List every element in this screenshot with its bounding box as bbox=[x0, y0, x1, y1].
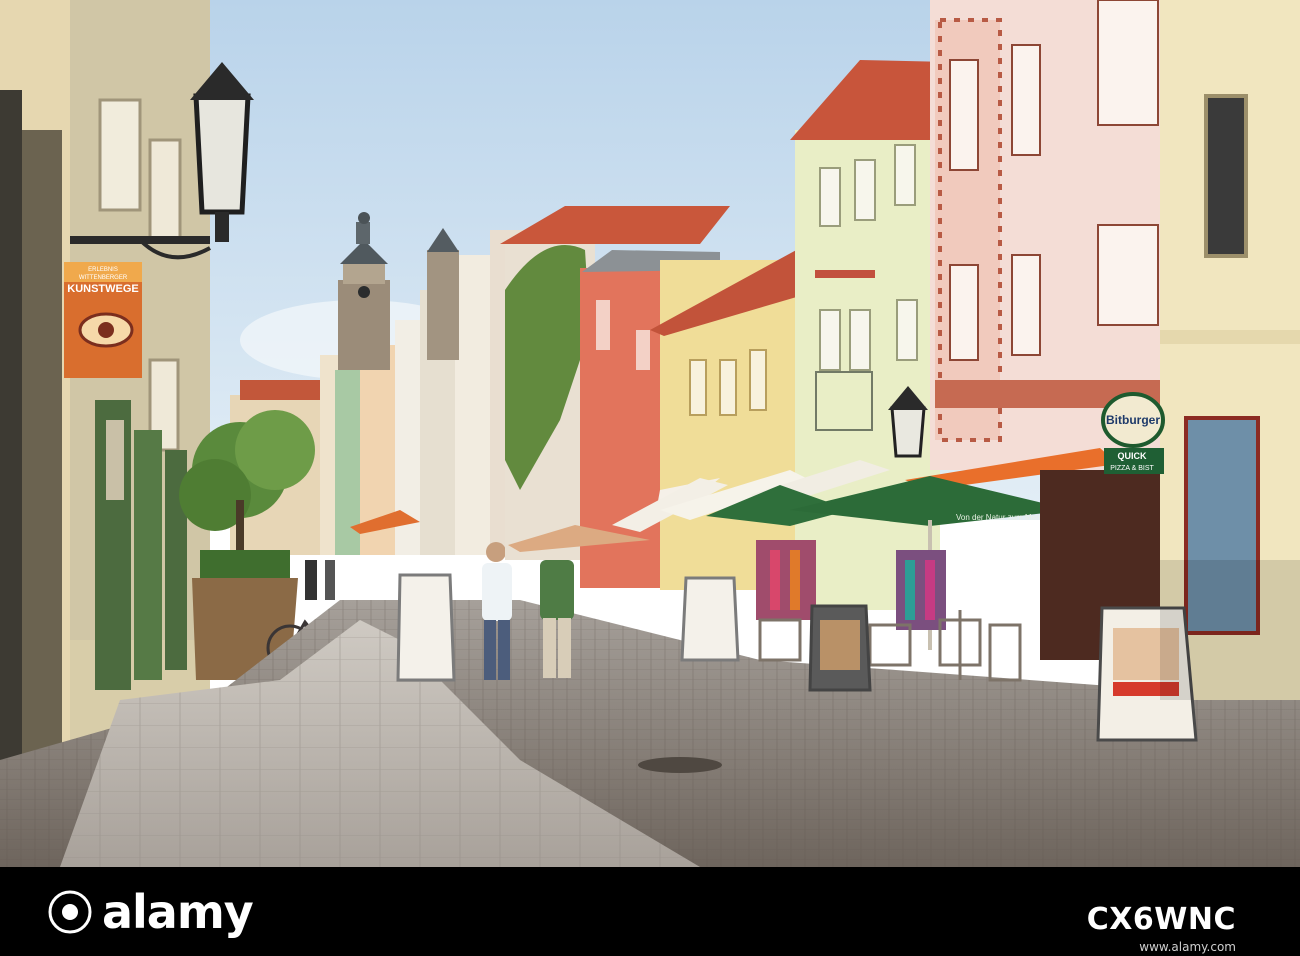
banner-main-word: KUNSTWEGE bbox=[67, 283, 139, 295]
kunstwege-banner: ERLEBNIS WITTENBERGER KUNSTWEGE bbox=[64, 262, 142, 378]
beer-sign-text: Bitburger bbox=[1106, 413, 1160, 427]
banner-middle-line: WITTENBERGER bbox=[79, 275, 128, 281]
pizza-sign-text: PIZZA & BIST bbox=[1110, 465, 1154, 472]
site-url: www.alamy.com bbox=[1139, 940, 1236, 954]
left-facade bbox=[0, 0, 210, 800]
image-id: CX6WNC bbox=[1086, 902, 1236, 937]
alamy-logo: alamy bbox=[48, 884, 254, 940]
banner-top-line: ERLEBNIS bbox=[88, 267, 118, 273]
alamy-brand-text: alamy bbox=[102, 885, 254, 939]
quick-sign-text: QUICK bbox=[1118, 451, 1148, 461]
street-photo: Von der Natur zum Menschen ERLEBNIS WITT… bbox=[0, 0, 1300, 867]
pizza-bistro-sign: Bitburger QUICK PIZZA & BIST bbox=[1101, 392, 1165, 474]
alamy-mark-icon bbox=[48, 890, 92, 934]
